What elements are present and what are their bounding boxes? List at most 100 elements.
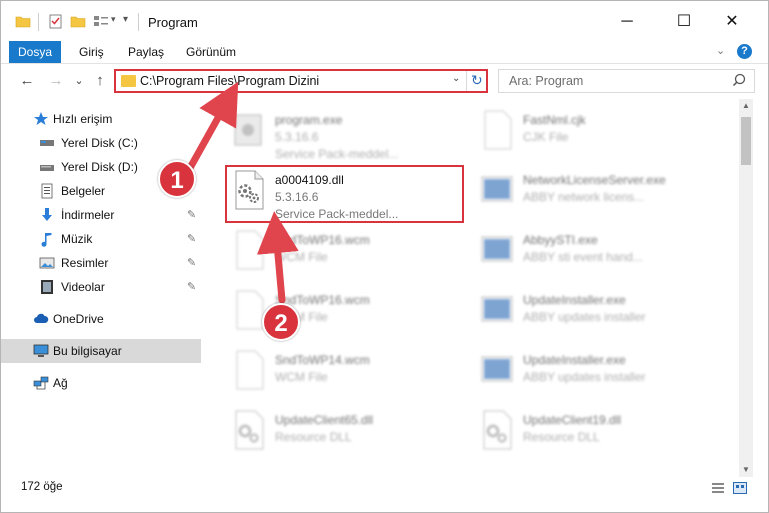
search-icon[interactable]: [732, 73, 746, 87]
sidebar-item-label: Ağ: [53, 376, 68, 390]
pin-icon[interactable]: ✎: [187, 280, 196, 293]
tab-file[interactable]: Dosya: [9, 41, 61, 63]
exe-file-icon: [481, 236, 513, 262]
large-icons-view-icon[interactable]: [733, 482, 747, 494]
sidebar-item-quick-access[interactable]: Hızlı erişim: [1, 107, 201, 131]
exe-file-icon: [481, 356, 513, 382]
file-item[interactable]: NetworkLicenseServer.exe ABBY network li…: [471, 161, 711, 219]
star-icon: [34, 112, 48, 125]
sidebar-item-onedrive[interactable]: OneDrive: [1, 307, 201, 331]
pictures-icon: [39, 257, 55, 269]
network-icon: [33, 376, 49, 390]
file-type: Resource DLL: [275, 430, 352, 444]
vertical-scrollbar[interactable]: ▲ ▼: [739, 99, 753, 477]
back-button[interactable]: ←: [17, 71, 37, 91]
sidebar-item-label: Yerel Disk (D:): [61, 160, 138, 174]
file-name: UpdateClient65.dll: [275, 413, 374, 427]
item-count: 172 öğe: [21, 481, 63, 493]
file-name: SndToWP16.wcm: [275, 233, 370, 247]
view-options-icon[interactable]: [93, 14, 109, 29]
pin-icon[interactable]: ✎: [187, 256, 196, 269]
file-item[interactable]: UpdateInstaller.exe ABBY updates install…: [471, 341, 711, 399]
video-icon: [41, 280, 53, 294]
file-item[interactable]: program.exe 5.3.16.6 Service Pack-meddel…: [223, 101, 463, 161]
expand-ribbon-icon[interactable]: ⌄: [716, 44, 725, 57]
sidebar-item-label: OneDrive: [53, 312, 104, 326]
sidebar-item-label: Resimler: [61, 256, 109, 270]
toolbar-separator: [38, 13, 39, 31]
forward-button[interactable]: →: [46, 71, 66, 91]
sidebar-item-music[interactable]: Müzik ✎: [1, 227, 201, 251]
address-separator: [466, 71, 467, 91]
details-view-icon[interactable]: [711, 482, 725, 494]
callout-badge-1: 1: [158, 160, 196, 198]
sidebar-item-pictures[interactable]: Resimler ✎: [1, 251, 201, 275]
sidebar-item-local-disk-c[interactable]: Yerel Disk (C:): [1, 131, 201, 155]
address-dropdown-icon[interactable]: ⌄: [452, 73, 460, 84]
file-item[interactable]: SndToWP14.wcm WCM File: [223, 341, 463, 399]
file-name: program.exe: [275, 113, 343, 127]
tab-share[interactable]: Paylaş: [128, 41, 164, 63]
chevron-down-icon[interactable]: ▾: [111, 14, 116, 25]
exe-file-icon: [481, 176, 513, 202]
address-bar[interactable]: C:\Program Files\Program Dizini ⌄ ↻: [114, 69, 488, 93]
refresh-icon[interactable]: ↻: [471, 72, 483, 89]
close-button[interactable]: ✕: [714, 9, 750, 35]
sidebar-item-this-pc[interactable]: Bu bilgisayar: [1, 339, 201, 363]
dll-file-icon: [235, 410, 264, 450]
scroll-down-icon[interactable]: ▼: [739, 463, 753, 477]
title-bar: ▾ ▾ Program ─ ☐ ✕: [1, 1, 768, 41]
file-type: WCM File: [275, 250, 328, 264]
file-item[interactable]: UpdateInstaller.exe ABBY updates install…: [471, 281, 711, 339]
sidebar-item-label: Hızlı erişim: [53, 112, 113, 126]
document-file-icon: [484, 110, 512, 150]
file-item[interactable]: UpdateClient65.dll Resource DLL: [223, 401, 463, 459]
documents-icon: [41, 183, 53, 199]
address-path[interactable]: C:\Program Files\Program Dizini: [140, 74, 319, 88]
file-description: ABBY sti event hand...: [523, 250, 643, 264]
ribbon-divider: [1, 63, 768, 64]
up-button[interactable]: ↑: [90, 71, 110, 91]
tab-home[interactable]: Giriş: [79, 41, 104, 63]
file-description: ABBY updates installer: [523, 370, 646, 384]
status-bar: 172 öğe: [1, 477, 768, 499]
tab-view[interactable]: Görünüm: [186, 41, 236, 63]
sidebar-item-label: Müzik: [61, 232, 93, 246]
folder-icon: [15, 16, 31, 28]
file-type: Resource DLL: [523, 430, 600, 444]
file-name: FastNml.cjk: [523, 113, 586, 127]
pin-icon[interactable]: ✎: [187, 232, 196, 245]
document-file-icon: [236, 350, 264, 390]
window-title: Program: [148, 15, 198, 30]
minimize-button[interactable]: ─: [609, 9, 645, 35]
file-name: AbbyySTI.exe: [523, 233, 598, 247]
file-item[interactable]: AbbyySTI.exe ABBY sti event hand...: [471, 221, 711, 279]
file-name: SndToWP14.wcm: [275, 353, 370, 367]
pin-icon[interactable]: ✎: [187, 208, 196, 221]
maximize-button[interactable]: ☐: [666, 9, 702, 35]
scroll-thumb[interactable]: [741, 117, 751, 165]
document-file-icon: [236, 230, 264, 270]
exe-file-icon: [234, 114, 262, 146]
sidebar-item-label: Belgeler: [61, 184, 106, 198]
file-item[interactable]: SndToWP16.wcm WCM File: [223, 221, 463, 279]
exe-file-icon: [481, 296, 513, 322]
help-icon[interactable]: ?: [737, 44, 752, 59]
sidebar-item-videos[interactable]: Videolar ✎: [1, 275, 201, 299]
file-item[interactable]: SndToWP16.wcm WCM File: [223, 281, 463, 339]
file-item[interactable]: UpdateClient19.dll Resource DLL: [471, 401, 711, 459]
customize-toolbar-icon[interactable]: ▾: [123, 14, 128, 25]
file-version: 5.3.16.6: [275, 130, 319, 144]
properties-icon[interactable]: [48, 14, 64, 29]
sidebar-item-label: Bu bilgisayar: [53, 344, 122, 358]
sidebar-item-network[interactable]: Ağ: [1, 371, 201, 395]
search-placeholder[interactable]: Ara: Program: [509, 74, 583, 88]
sidebar-item-downloads[interactable]: İndirmeler ✎: [1, 203, 201, 227]
search-input[interactable]: Ara: Program: [498, 69, 755, 93]
file-name: UpdateInstaller.exe: [523, 293, 626, 307]
new-folder-icon[interactable]: [70, 14, 86, 29]
scroll-up-icon[interactable]: ▲: [739, 99, 753, 113]
file-item[interactable]: FastNml.cjk CJK File: [471, 101, 711, 159]
recent-locations-button[interactable]: ⌄: [69, 71, 89, 91]
file-description: ABBY updates installer: [523, 310, 646, 324]
